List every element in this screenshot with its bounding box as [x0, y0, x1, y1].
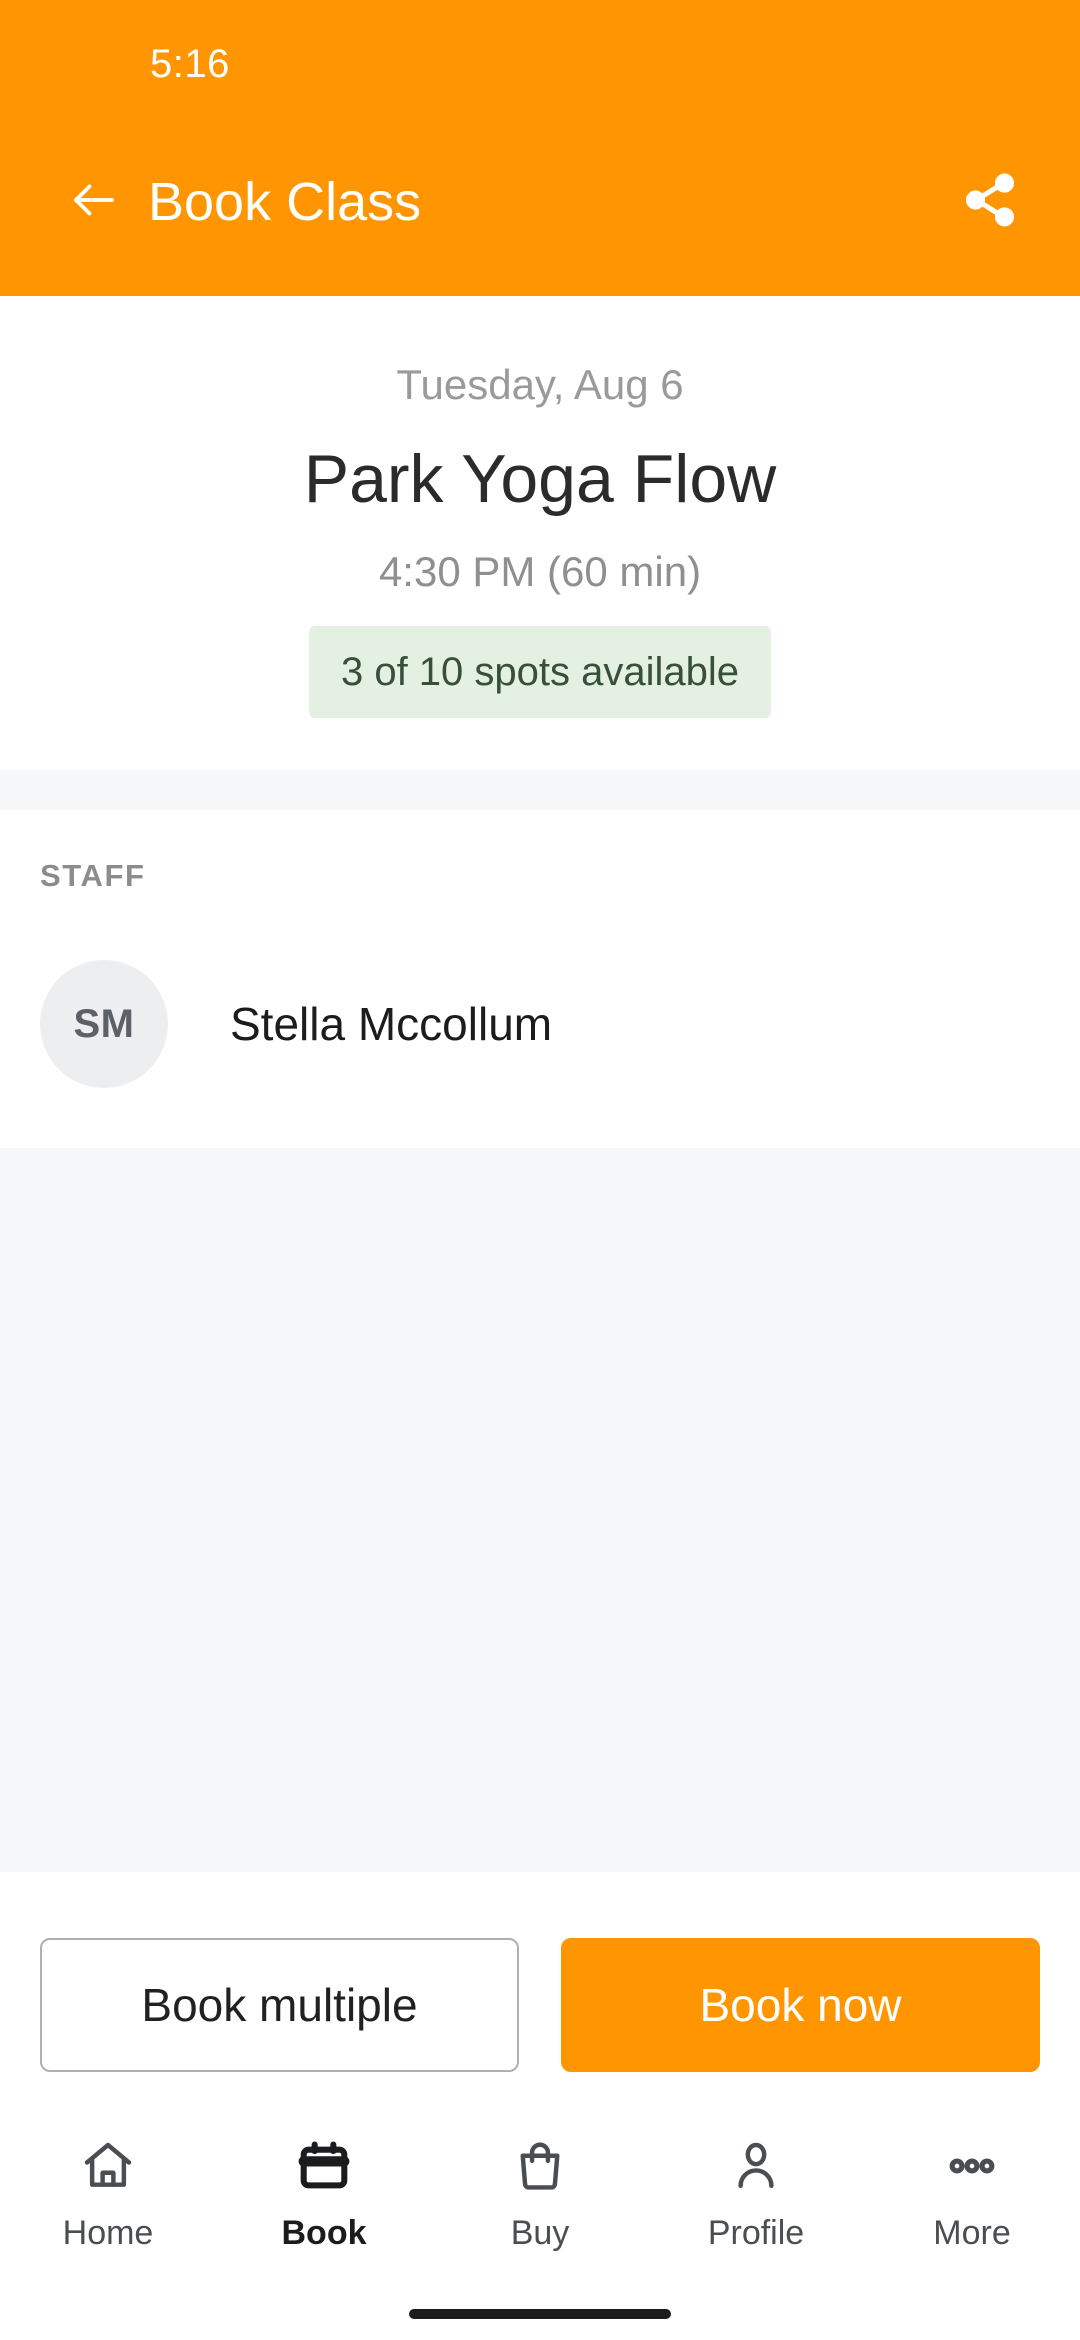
- app-screen: 5:16 Book Class Tuesday, Aug 6 Park Yoga…: [0, 0, 1080, 2340]
- share-icon: [961, 171, 1019, 234]
- nav-item-buy[interactable]: Buy: [432, 2134, 648, 2252]
- class-name: Park Yoga Flow: [303, 441, 777, 517]
- bottom-navigation: Home Book Buy Profile More: [0, 2112, 1080, 2288]
- staff-list-item[interactable]: SM Stella Mccollum: [40, 960, 1040, 1088]
- nav-label-buy: Buy: [510, 2214, 570, 2252]
- back-button[interactable]: [58, 166, 130, 238]
- nav-item-home[interactable]: Home: [0, 2134, 216, 2252]
- nav-item-profile[interactable]: Profile: [648, 2134, 864, 2252]
- shopping-bag-icon: [512, 2134, 568, 2198]
- action-bar: Book multiple Book now: [0, 1872, 1080, 2112]
- share-button[interactable]: [952, 166, 1028, 238]
- home-indicator-area: [0, 2288, 1080, 2340]
- status-bar-clock: 5:16: [150, 41, 230, 86]
- arrow-left-icon: [67, 173, 121, 232]
- status-bar: 5:16: [0, 0, 1080, 128]
- nav-label-book: Book: [281, 2214, 367, 2252]
- nav-label-home: Home: [62, 2214, 154, 2252]
- avatar-initials: SM: [73, 1001, 135, 1046]
- app-bar: 5:16 Book Class: [0, 0, 1080, 296]
- home-icon: [80, 2134, 136, 2198]
- home-indicator[interactable]: [409, 2309, 671, 2319]
- staff-name: Stella Mccollum: [230, 998, 553, 1050]
- class-date: Tuesday, Aug 6: [396, 361, 684, 408]
- app-bar-title-row: Book Class: [0, 128, 1080, 296]
- calendar-icon: [296, 2134, 352, 2198]
- content-filler: [0, 1148, 1080, 1872]
- book-now-button[interactable]: Book now: [561, 1938, 1040, 2072]
- nav-label-profile: Profile: [707, 2214, 805, 2252]
- availability-badge: 3 of 10 spots available: [308, 626, 772, 718]
- section-divider: [0, 770, 1080, 810]
- staff-section: STAFF SM Stella Mccollum: [0, 810, 1080, 1148]
- class-summary: Tuesday, Aug 6 Park Yoga Flow 4:30 PM (6…: [0, 296, 1080, 770]
- avatar: SM: [40, 960, 168, 1088]
- more-dots-icon: [944, 2134, 1000, 2198]
- book-multiple-button[interactable]: Book multiple: [40, 1938, 519, 2072]
- nav-label-more: More: [933, 2214, 1011, 2252]
- nav-item-more[interactable]: More: [864, 2134, 1080, 2252]
- person-icon: [728, 2134, 784, 2198]
- class-time: 4:30 PM (60 min): [378, 548, 702, 595]
- nav-item-book[interactable]: Book: [216, 2134, 432, 2252]
- staff-section-label: STAFF: [40, 858, 146, 893]
- page-title: Book Class: [148, 172, 422, 232]
